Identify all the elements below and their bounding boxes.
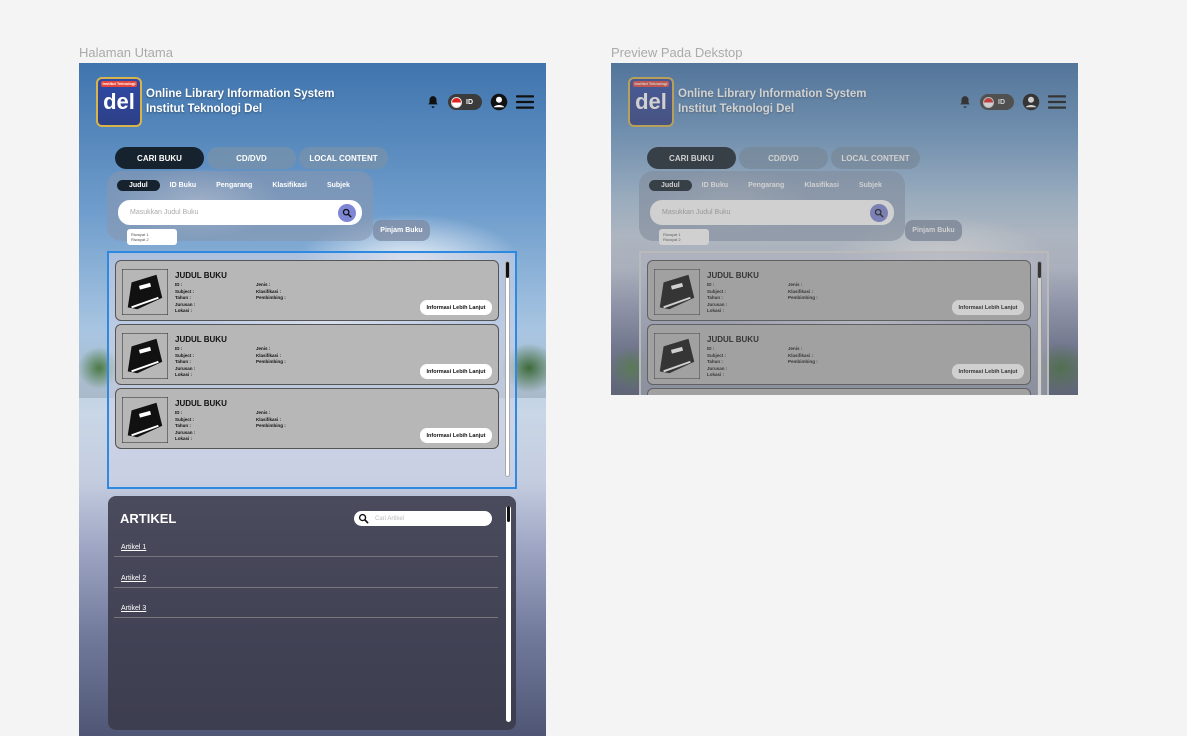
del-logo[interactable]: Institut Teknologi del xyxy=(96,77,142,127)
book-meta-right: Jenis : Klasifikasi : Pembimbing : xyxy=(256,282,286,302)
logo-banner: Institut Teknologi xyxy=(101,81,137,87)
filter-judul[interactable]: Judul xyxy=(117,180,160,191)
book-list-scrollbar[interactable] xyxy=(505,261,510,477)
artikel-link[interactable]: Artikel 1 xyxy=(114,526,498,557)
site-title-line1: Online Library Information System xyxy=(146,88,335,100)
book-field: Pembimbing : xyxy=(256,295,286,300)
info-lebih-lanjut-button[interactable]: Informasi Lebih Lanjut xyxy=(420,300,492,315)
site-title: Online Library Information System Instit… xyxy=(146,87,335,117)
search-history-dropdown[interactable]: Riwayat 1 Riwayat 2 xyxy=(127,229,177,245)
book-title: JUDUL BUKU xyxy=(175,399,227,408)
search-placeholder: Masukkan Judul Buku xyxy=(130,209,199,216)
book-meta-left: ID : Subject : Tahun : Jurusan : Lokasi … xyxy=(175,282,195,315)
bell-icon[interactable] xyxy=(426,95,440,109)
artikel-search-input[interactable]: Cari Artikel xyxy=(354,511,492,526)
book-meta-right: Jenis : Klasifikasi : Pembimbing : xyxy=(256,410,286,430)
book-card: JUDUL BUKU ID : Subject : Tahun : Jurusa… xyxy=(115,324,499,385)
frame-label-main: Halaman Utama xyxy=(79,45,173,60)
book-icon xyxy=(122,397,168,443)
book-field: Pembimbing : xyxy=(256,423,286,428)
artikel-link[interactable]: Artikel 3 xyxy=(114,587,498,618)
main-frame: Institut Teknologi del Online Library In… xyxy=(79,63,546,736)
header: Institut Teknologi del Online Library In… xyxy=(96,77,335,127)
book-field: Lokasi : xyxy=(175,308,193,313)
info-lebih-lanjut-button[interactable]: Informasi Lebih Lanjut xyxy=(420,364,492,379)
filter-id-buku[interactable]: ID Buku xyxy=(160,180,206,191)
filter-klasifikasi[interactable]: Klasifikasi xyxy=(262,180,317,191)
language-label: ID xyxy=(466,98,473,106)
preview-overlay xyxy=(611,63,1078,395)
artikel-search-placeholder: Cari Artikel xyxy=(375,515,405,522)
search-filters: Judul ID Buku Pengarang Klasifikasi Subj… xyxy=(117,180,360,191)
search-button[interactable] xyxy=(338,204,356,222)
book-title: JUDUL BUKU xyxy=(175,271,227,280)
book-results-list: JUDUL BUKU ID : Subject : Tahun : Jurusa… xyxy=(107,251,517,489)
user-account-icon[interactable] xyxy=(490,93,508,111)
history-item[interactable]: Riwayat 2 xyxy=(131,237,173,242)
book-field: Lokasi : xyxy=(175,436,193,441)
tab-cd-dvd[interactable]: CD/DVD xyxy=(207,147,296,169)
search-input[interactable]: Masukkan Judul Buku xyxy=(118,200,362,225)
search-tabs: CARI BUKU CD/DVD LOCAL CONTENT xyxy=(115,147,388,169)
header-actions: ID xyxy=(426,93,534,111)
tab-cari-buku[interactable]: CARI BUKU xyxy=(115,147,204,169)
indonesia-flag-icon xyxy=(451,96,462,108)
artikel-scrollbar[interactable] xyxy=(506,506,511,722)
frame-label-preview: Preview Pada Dekstop xyxy=(611,45,743,60)
site-title-line2: Institut Teknologi Del xyxy=(146,103,263,115)
search-icon xyxy=(342,208,352,218)
scrollbar-thumb[interactable] xyxy=(506,262,509,278)
book-field: Pembimbing : xyxy=(256,359,286,364)
artikel-link[interactable]: Artikel 2 xyxy=(114,557,498,588)
book-field: Lokasi : xyxy=(175,372,193,377)
preview-frame: Institut Teknologi del Online Library In… xyxy=(611,63,1078,395)
info-lebih-lanjut-button[interactable]: Informasi Lebih Lanjut xyxy=(420,428,492,443)
language-toggle[interactable]: ID xyxy=(448,94,482,110)
book-icon xyxy=(122,269,168,315)
book-meta-left: ID : Subject : Tahun : Jurusan : Lokasi … xyxy=(175,346,195,379)
search-icon xyxy=(358,513,369,524)
filter-subjek[interactable]: Subjek xyxy=(317,180,360,191)
logo-text: del xyxy=(103,89,135,114)
tab-local-content[interactable]: LOCAL CONTENT xyxy=(299,147,388,169)
book-meta-right: Jenis : Klasifikasi : Pembimbing : xyxy=(256,346,286,366)
filter-pengarang[interactable]: Pengarang xyxy=(206,180,262,191)
book-card: JUDUL BUKU ID : Subject : Tahun : Jurusa… xyxy=(115,260,499,321)
book-card: JUDUL BUKU ID : Subject : Tahun : Jurusa… xyxy=(115,388,499,449)
artikel-heading: ARTIKEL xyxy=(120,511,177,526)
hamburger-menu-icon[interactable] xyxy=(516,94,534,110)
book-icon xyxy=(122,333,168,379)
pinjam-buku-button[interactable]: Pinjam Buku xyxy=(373,220,430,241)
book-title: JUDUL BUKU xyxy=(175,335,227,344)
artikel-panel: ARTIKEL Cari Artikel Artikel 1 Artikel 2… xyxy=(108,496,516,730)
scrollbar-thumb[interactable] xyxy=(507,506,510,522)
book-meta-left: ID : Subject : Tahun : Jurusan : Lokasi … xyxy=(175,410,195,443)
